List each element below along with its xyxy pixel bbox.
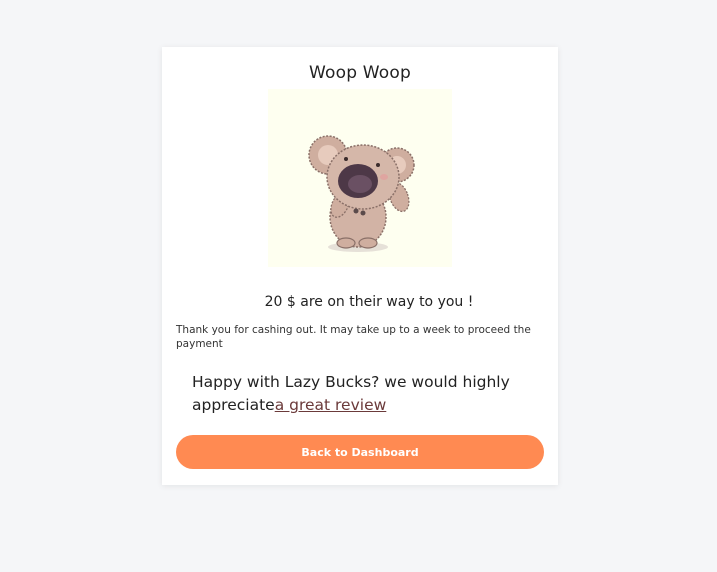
payout-amount-text: 20 $ are on their way to you ! — [264, 294, 474, 310]
cashout-card: Woop Woop 20 $ are on their way to you !… — [162, 47, 558, 485]
cashout-thanks-text: Thank you for cashing out. It may take u… — [176, 324, 531, 350]
koala-illustration — [268, 89, 452, 267]
review-link[interactable]: a great review — [275, 396, 387, 414]
back-to-dashboard-button[interactable]: Back to Dashboard — [176, 435, 544, 469]
card-title: Woop Woop — [308, 63, 411, 83]
review-prompt: Happy with Lazy Bucks? we would highly a… — [192, 371, 528, 417]
koala-icon — [308, 135, 415, 252]
